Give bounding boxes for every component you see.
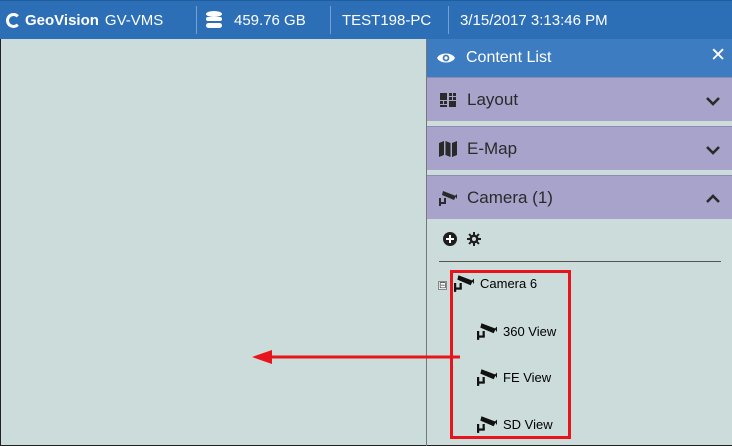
chevron-up-icon[interactable] bbox=[706, 189, 720, 209]
host-name: TEST198-PC bbox=[330, 1, 431, 39]
datetime-text: 3/15/2017 3:13:46 PM bbox=[460, 11, 608, 29]
tree-collapse-toggle[interactable]: ⊟ bbox=[438, 281, 447, 290]
layout-icon bbox=[439, 91, 457, 109]
live-view-workspace[interactable] bbox=[0, 39, 426, 446]
brand-logo-text: GeoVision bbox=[25, 11, 99, 29]
chevron-down-icon[interactable] bbox=[706, 91, 720, 111]
content-list-header: Content List ✕ bbox=[427, 39, 732, 77]
camera-icon bbox=[439, 189, 457, 207]
plus-circle-icon[interactable] bbox=[443, 232, 457, 246]
section-camera[interactable]: Camera (1) bbox=[427, 175, 732, 219]
drag-arrow-icon bbox=[252, 350, 460, 364]
brand: GeoVision GV-VMS bbox=[6, 1, 163, 39]
highlight-box bbox=[450, 270, 571, 439]
section-layout-label: Layout bbox=[467, 89, 519, 109]
gv-vms-window: GeoVision GV-VMS 459.76 GB TEST198-PC 3/… bbox=[0, 0, 732, 446]
datetime: 3/15/2017 3:13:46 PM bbox=[448, 1, 608, 39]
section-emap-label: E-Map bbox=[467, 138, 518, 158]
app-name: GV-VMS bbox=[104, 11, 164, 29]
section-emap[interactable]: E-Map bbox=[427, 126, 732, 170]
camera-tools bbox=[443, 232, 481, 246]
chevron-down-icon[interactable] bbox=[706, 140, 720, 160]
eye-icon bbox=[437, 53, 455, 63]
map-icon bbox=[439, 140, 457, 158]
geovision-logo-icon bbox=[6, 12, 21, 28]
disk-space-indicator: 459.76 GB bbox=[196, 1, 306, 39]
section-camera-label: Camera (1) bbox=[467, 187, 553, 207]
divider bbox=[439, 261, 721, 262]
close-icon[interactable]: ✕ bbox=[710, 46, 726, 65]
section-layout[interactable]: Layout bbox=[427, 77, 732, 121]
gear-icon[interactable] bbox=[467, 232, 481, 246]
database-icon bbox=[206, 11, 222, 28]
host-name-text: TEST198-PC bbox=[342, 11, 432, 29]
top-status-bar: GeoVision GV-VMS 459.76 GB TEST198-PC 3/… bbox=[0, 0, 732, 40]
disk-space-value: 459.76 GB bbox=[234, 11, 306, 29]
content-list-title: Content List bbox=[466, 49, 552, 66]
